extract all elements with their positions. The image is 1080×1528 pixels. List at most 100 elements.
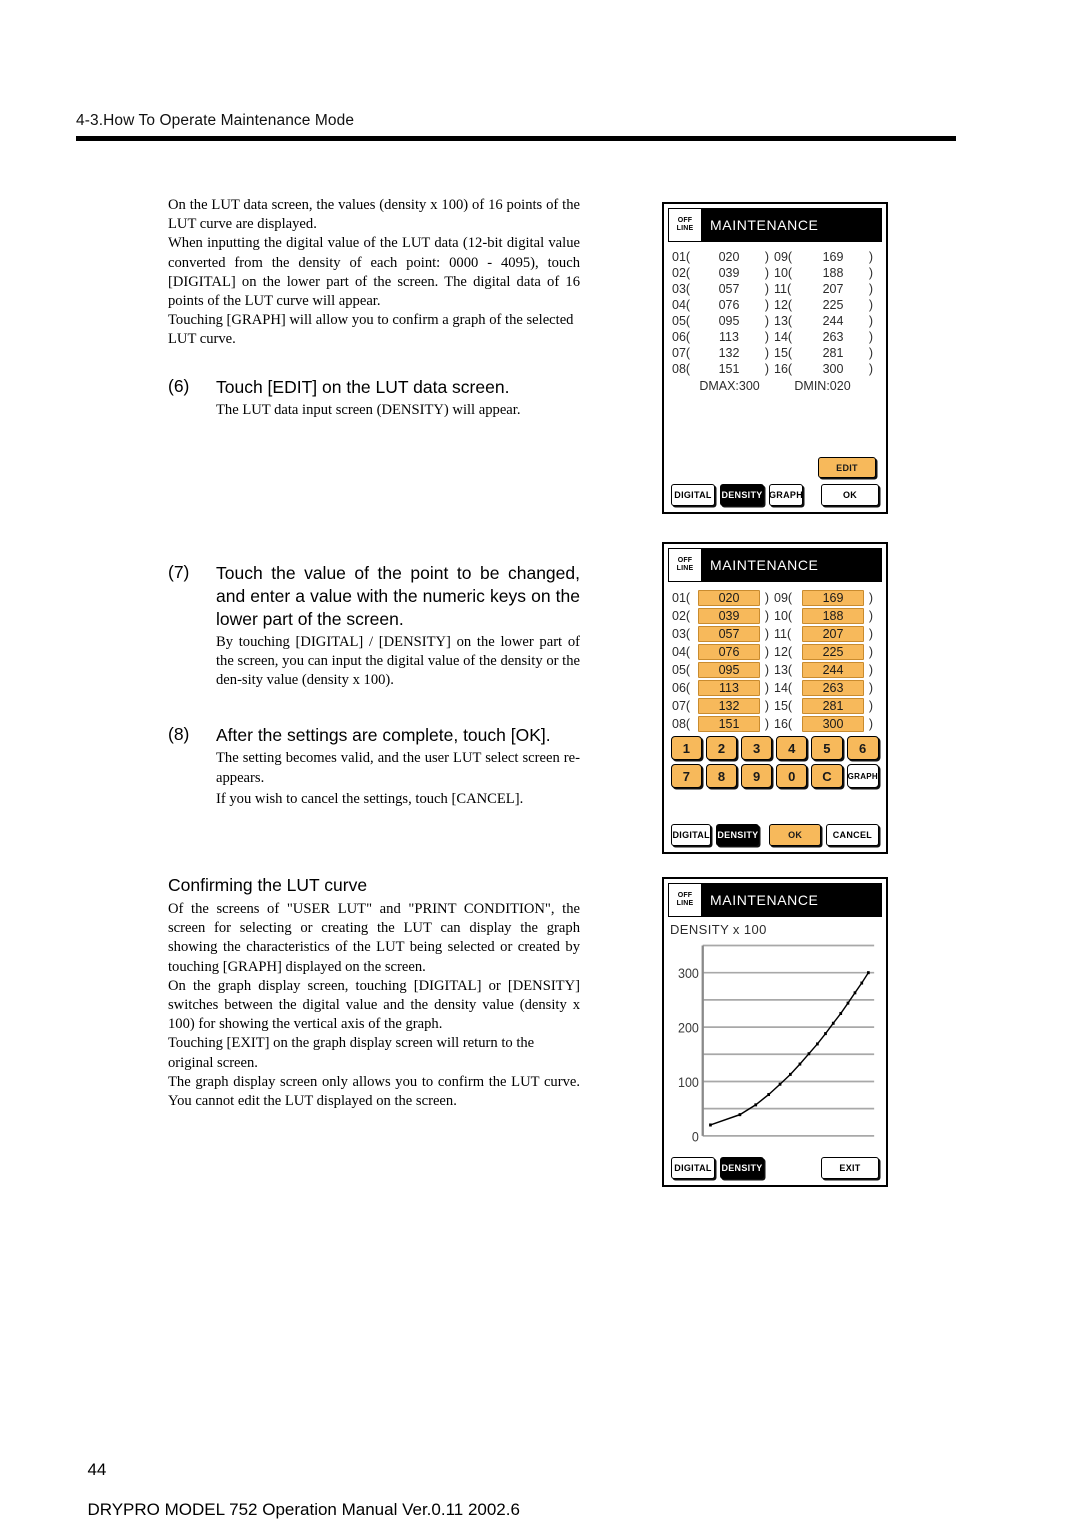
lut-row-close-left: )	[764, 681, 770, 695]
lut-row-index-left: 01(	[672, 591, 691, 605]
screen1-titlebar: OFF LINE MAINTENANCE	[668, 208, 882, 242]
digital-button-1[interactable]: DIGITAL	[671, 484, 715, 506]
lut-row-index-left: 04(	[672, 298, 691, 312]
step-7-title: Touch the value of the point to be chang…	[216, 562, 580, 629]
lut-curve-point	[853, 991, 857, 995]
key-8[interactable]: 8	[706, 764, 738, 788]
figure-lut-input-screen: OFF LINE MAINTENANCE 01(020) 09(169) 02(03…	[662, 542, 888, 854]
section-paragraph-3: Touching [EXIT] on the graph display scr…	[168, 1035, 535, 1071]
key-5[interactable]: 5	[811, 736, 843, 760]
lut-row-close-right: )	[868, 609, 874, 623]
edit-button[interactable]: EDIT	[818, 457, 876, 478]
step-7: (7) Touch the value of the point to be c…	[168, 562, 580, 691]
lut-row-close-right: )	[868, 346, 874, 360]
screen2-title: MAINTENANCE	[710, 557, 819, 573]
step-7-number: (7)	[168, 561, 190, 582]
key-6[interactable]: 6	[846, 736, 879, 760]
graph-axis-caption: DENSITY x 100	[670, 922, 767, 937]
lut-row-value-right[interactable]: 263	[802, 680, 864, 696]
ok-button-2[interactable]: OK	[769, 824, 821, 846]
lut-row-index-right: 14(	[774, 681, 793, 695]
lut-row-index-left: 03(	[672, 627, 691, 641]
lut-curve-line	[710, 972, 869, 1126]
ok-button-1[interactable]: OK	[821, 484, 879, 506]
page-number: 44	[87, 1460, 107, 1479]
device-screen-1: OFF LINE MAINTENANCE 01(020) 09(169) 02(03…	[664, 204, 886, 512]
lut-row-value-left[interactable]: 039	[698, 608, 760, 624]
exit-button[interactable]: EXIT	[821, 1157, 879, 1179]
lut-row-index-left: 03(	[672, 282, 691, 296]
lut-row-index-left: 02(	[672, 609, 691, 623]
section-paragraph-1: Of the screens of "USER LUT" and "PRINT …	[168, 901, 580, 975]
lut-row-value-left: 076	[718, 298, 740, 312]
lut-row-value-left[interactable]: 151	[698, 716, 760, 732]
screen1-title: MAINTENANCE	[710, 217, 819, 233]
lut-row-close-right: )	[868, 314, 874, 328]
lut-row-value-right: 300	[822, 362, 844, 376]
lut-curve-svg: 0 100 200 300	[678, 944, 875, 1144]
dmin-value: DMIN:020	[794, 379, 851, 393]
lut-row-close-right: )	[868, 250, 874, 264]
lut-row-value-right[interactable]: 169	[802, 590, 864, 606]
lut-row-value-right: 188	[822, 266, 844, 280]
lut-row-value-right[interactable]: 225	[802, 644, 864, 660]
lut-row-value-left[interactable]: 076	[698, 644, 760, 660]
lut-curve-point	[767, 1093, 771, 1097]
lut-row-value-left[interactable]: 132	[698, 698, 760, 714]
lut-row-close-left: )	[764, 330, 770, 344]
graph-button-2[interactable]: GRAPH	[846, 764, 879, 788]
key-3[interactable]: 3	[741, 736, 773, 760]
lut-row-index-left: 04(	[672, 645, 691, 659]
key-2[interactable]: 2	[706, 736, 738, 760]
lut-row-value-left[interactable]: 113	[698, 680, 760, 696]
graph-button-1[interactable]: GRAPH	[769, 484, 803, 506]
offline-line1: OFF	[677, 216, 693, 224]
lut-curve-point	[846, 1001, 850, 1005]
lut-curve-point	[867, 971, 870, 975]
lut-curve-point	[798, 1062, 802, 1066]
cancel-button[interactable]: CANCEL	[825, 824, 879, 846]
lut-curve-point	[738, 1113, 742, 1117]
header-rule	[76, 136, 956, 141]
lut-row-value-right[interactable]: 188	[802, 608, 864, 624]
screen2-body: 01(020) 09(169) 02(039) 10(188) 03(057) 11(20…	[668, 582, 882, 848]
key-C[interactable]: C	[811, 764, 843, 788]
lut-row-index-left: 05(	[672, 663, 691, 677]
section-confirming-lut-curve: Confirming the LUT curve Of the screens …	[168, 875, 580, 1111]
density-button-3[interactable]: DENSITY	[720, 1157, 764, 1179]
lut-row-index-left: 08(	[672, 717, 691, 731]
key-9[interactable]: 9	[741, 764, 773, 788]
lut-row-close-left: )	[764, 717, 770, 731]
intro-paragraph-3: Touching [GRAPH] will allow you to confi…	[168, 312, 574, 348]
density-button-1[interactable]: DENSITY	[720, 484, 764, 506]
density-button-2[interactable]: DENSITY	[716, 824, 760, 846]
key-1[interactable]: 1	[671, 736, 703, 760]
offline-indicator-3: OFF LINE	[668, 883, 702, 917]
lut-row-value-left: 113	[719, 330, 739, 344]
figure-lut-data-screen: OFF LINE MAINTENANCE 01(020) 09(169) 02(03…	[662, 202, 888, 514]
lut-row-close-right: )	[868, 681, 874, 695]
key-4[interactable]: 4	[776, 736, 808, 760]
figure-graph-display-screen: OFF LINE MAINTENANCE DENSITY x 100 0 100 2…	[662, 877, 888, 1187]
digital-button-2[interactable]: DIGITAL	[671, 824, 712, 846]
lut-curve-point	[860, 981, 864, 985]
lut-curve-point	[824, 1032, 827, 1036]
lut-row-value-right[interactable]: 281	[802, 698, 864, 714]
lut-row-value-right: 263	[822, 330, 844, 344]
lut-row-value-left[interactable]: 057	[698, 626, 760, 642]
lut-row-index-right: 11(	[774, 282, 792, 296]
screen2-titlebar: OFF LINE MAINTENANCE	[668, 548, 882, 582]
key-7[interactable]: 7	[671, 764, 703, 788]
lut-row-value-right[interactable]: 300	[802, 716, 864, 732]
lut-row-value-right[interactable]: 207	[802, 626, 864, 642]
key-0[interactable]: 0	[776, 764, 808, 788]
lut-row-value-right[interactable]: 244	[802, 662, 864, 678]
lut-row-index-right: 11(	[774, 627, 792, 641]
lut-row-value-left[interactable]: 095	[698, 662, 760, 678]
lut-row-close-right: )	[868, 627, 874, 641]
lut-row-index-left: 08(	[672, 362, 691, 376]
lut-row-value-left[interactable]: 020	[698, 590, 760, 606]
step-6-sub: The LUT data input screen (DENSITY) will…	[216, 401, 521, 418]
digital-button-3[interactable]: DIGITAL	[671, 1157, 715, 1179]
lut-row-index-right: 15(	[774, 346, 793, 360]
